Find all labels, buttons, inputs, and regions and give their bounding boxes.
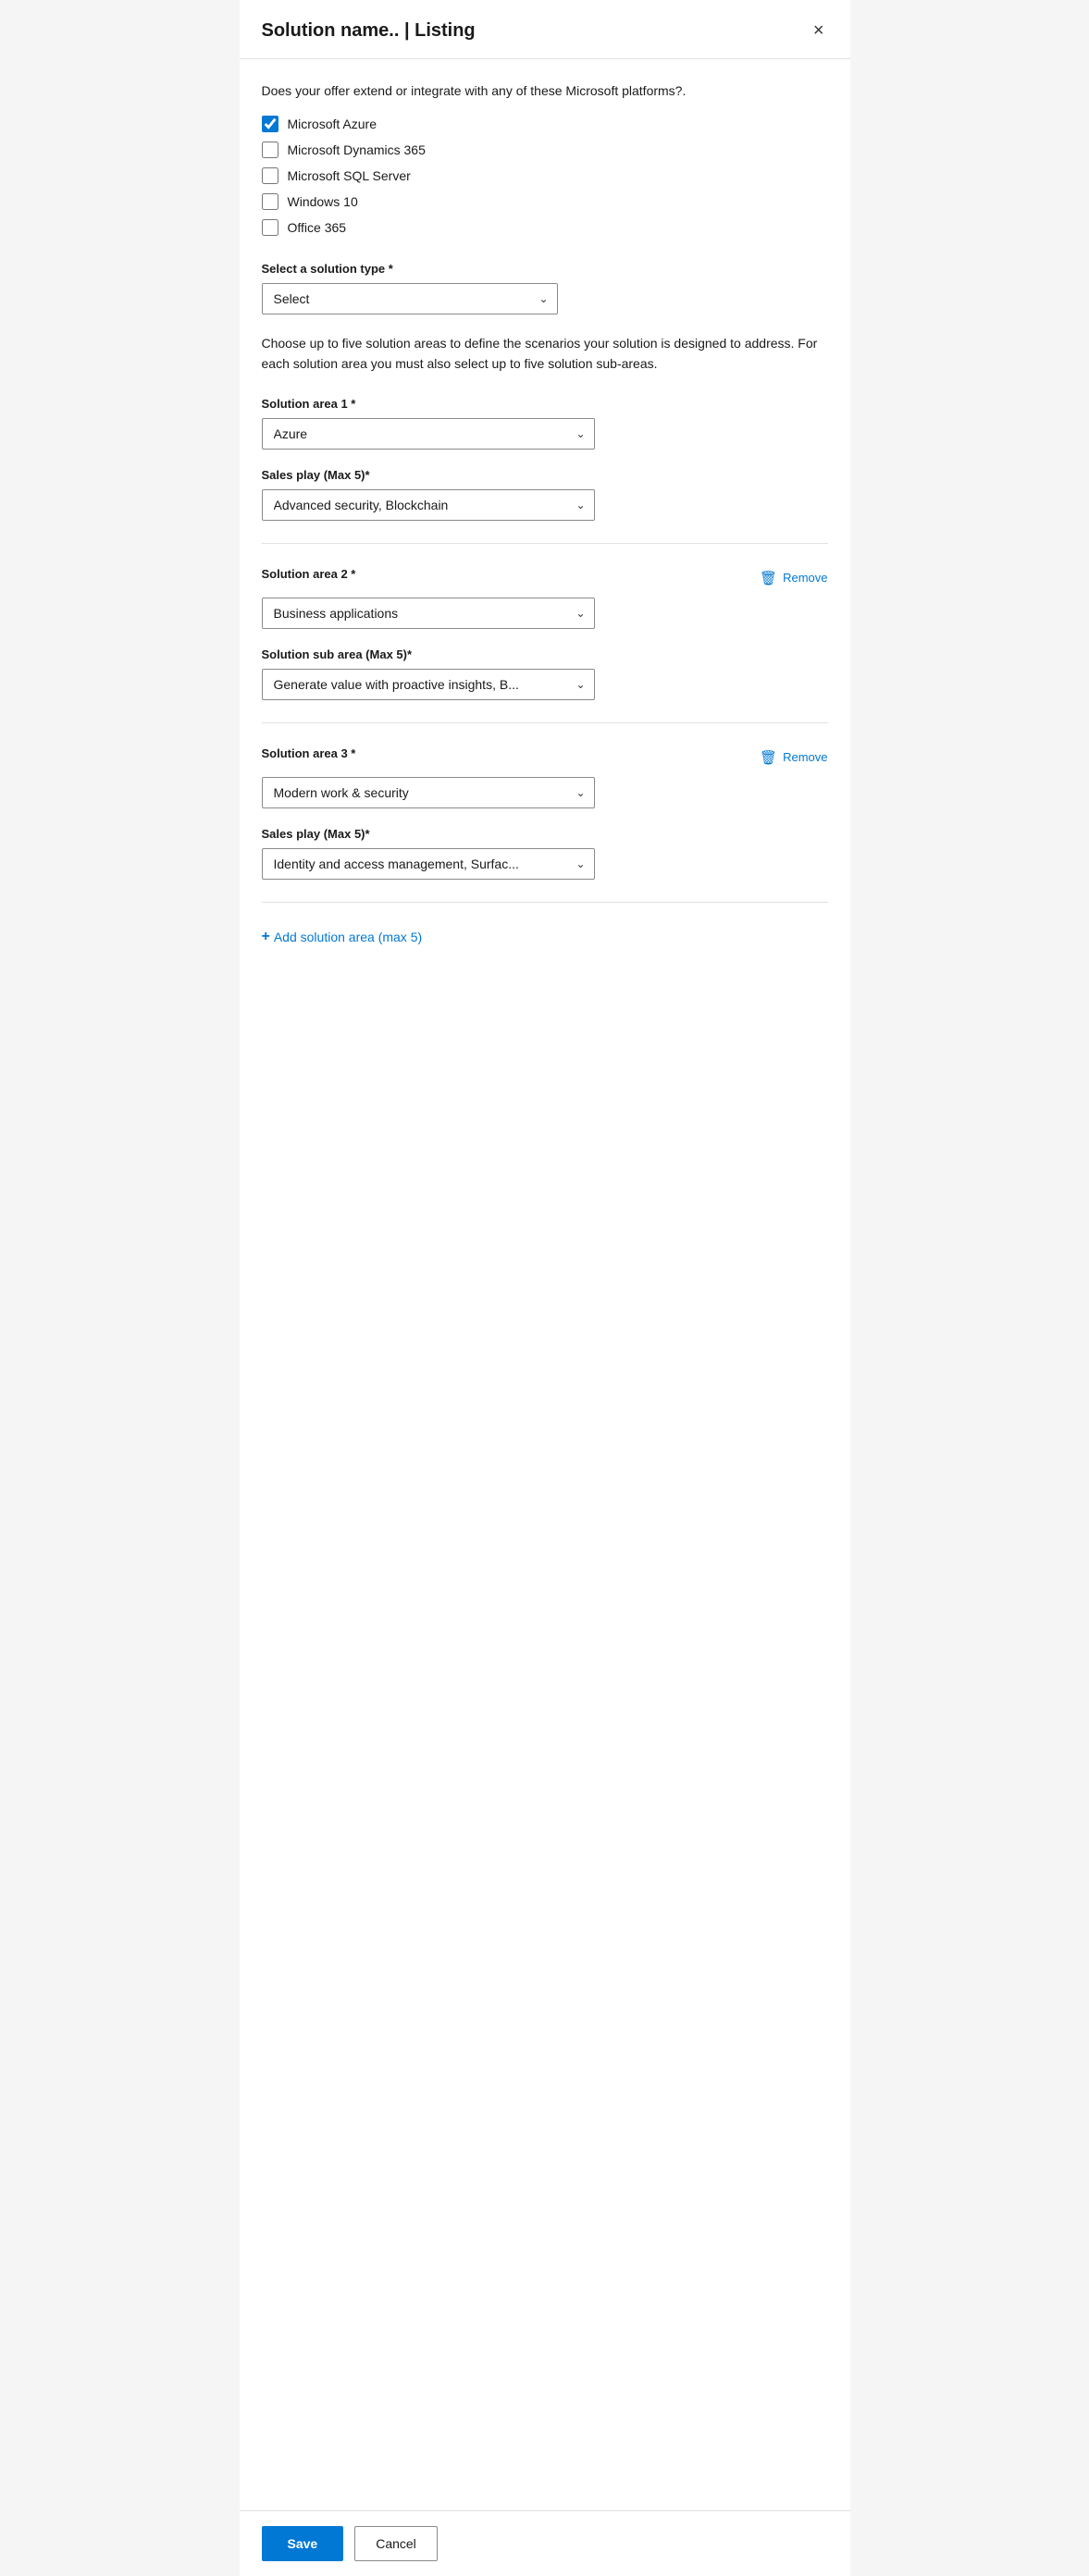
sub-area-2-label: Solution sub area (Max 5)* [262, 647, 828, 661]
solution-area-2: Solution area 2 * 🗑 Remove Azure Busines… [262, 566, 828, 629]
trash-icon-2: 🗑 [760, 570, 777, 586]
sales-play-3-label: Sales play (Max 5)* [262, 827, 828, 841]
sales-play-3-group: Sales play (Max 5)* Identity and access … [262, 827, 828, 880]
remove-area-2-label: Remove [783, 571, 827, 585]
divider-1 [262, 543, 828, 544]
checkbox-windows-input[interactable] [262, 193, 278, 210]
platforms-checkbox-group: Microsoft Azure Microsoft Dynamics 365 M… [262, 116, 828, 236]
checkbox-sql-input[interactable] [262, 167, 278, 184]
checkbox-sql[interactable]: Microsoft SQL Server [262, 167, 828, 184]
checkbox-azure[interactable]: Microsoft Azure [262, 116, 828, 132]
solution-area-2-select-wrapper: Azure Business applications Modern work … [262, 598, 595, 629]
solution-type-group: Select a solution type * Select Option 1… [262, 262, 828, 314]
platforms-question: Does your offer extend or integrate with… [262, 81, 828, 101]
solution-area-3: Solution area 3 * 🗑 Remove Azure Busines… [262, 746, 828, 808]
remove-area-3-label: Remove [783, 750, 827, 764]
solution-type-label: Select a solution type * [262, 262, 828, 276]
checkbox-azure-input[interactable] [262, 116, 278, 132]
panel-body: Does your offer extend or integrate with… [240, 59, 850, 2510]
solution-area-1-select[interactable]: Azure Business applications Modern work … [262, 418, 595, 450]
solution-area-3-select[interactable]: Azure Business applications Modern work … [262, 777, 595, 808]
sub-area-2-select-wrapper: Generate value with proactive insights, … [262, 669, 595, 700]
divider-3 [262, 902, 828, 903]
checkbox-windows[interactable]: Windows 10 [262, 193, 828, 210]
sales-play-3-select-wrapper: Identity and access management, Surfac..… [262, 848, 595, 880]
panel-footer: Save Cancel [240, 2510, 850, 2576]
panel: Solution name.. | Listing × Does your of… [240, 0, 850, 2576]
checkbox-dynamics[interactable]: Microsoft Dynamics 365 [262, 142, 828, 158]
sales-play-1-label: Sales play (Max 5)* [262, 468, 828, 482]
add-solution-area-button[interactable]: + Add solution area (max 5) [262, 925, 423, 949]
divider-2 [262, 722, 828, 723]
solution-area-1-label: Solution area 1 * [262, 397, 828, 411]
solution-area-2-header: Solution area 2 * 🗑 Remove [262, 566, 828, 590]
solution-type-select-wrapper: Select Option 1 Option 2 ⌄ [262, 283, 558, 314]
remove-area-2-button[interactable]: 🗑 Remove [760, 566, 827, 590]
solution-area-3-header: Solution area 3 * 🗑 Remove [262, 746, 828, 770]
solution-area-3-label: Solution area 3 * [262, 746, 356, 760]
panel-header: Solution name.. | Listing × [240, 0, 850, 59]
checkbox-office[interactable]: Office 365 [262, 219, 828, 236]
sub-area-2-group: Solution sub area (Max 5)* Generate valu… [262, 647, 828, 700]
sub-area-2-select[interactable]: Generate value with proactive insights, … [262, 669, 595, 700]
solution-area-2-select[interactable]: Azure Business applications Modern work … [262, 598, 595, 629]
solution-type-select[interactable]: Select Option 1 Option 2 [262, 283, 558, 314]
sales-play-1-select-wrapper: Advanced security, Blockchain ⌄ [262, 489, 595, 521]
solution-area-3-select-wrapper: Azure Business applications Modern work … [262, 777, 595, 808]
solution-area-2-label: Solution area 2 * [262, 567, 356, 581]
checkbox-dynamics-label: Microsoft Dynamics 365 [288, 142, 426, 157]
checkbox-sql-label: Microsoft SQL Server [288, 168, 411, 183]
checkbox-office-input[interactable] [262, 219, 278, 236]
info-text: Choose up to five solution areas to defi… [262, 333, 828, 375]
checkbox-azure-label: Microsoft Azure [288, 117, 377, 131]
solution-area-1: Solution area 1 * Azure Business applica… [262, 397, 828, 450]
sales-play-1-select[interactable]: Advanced security, Blockchain [262, 489, 595, 521]
plus-icon: + [262, 929, 270, 945]
sales-play-3-select[interactable]: Identity and access management, Surfac..… [262, 848, 595, 880]
sales-play-1-group: Sales play (Max 5)* Advanced security, B… [262, 468, 828, 521]
close-button[interactable]: × [810, 17, 828, 45]
checkbox-dynamics-input[interactable] [262, 142, 278, 158]
cancel-button[interactable]: Cancel [354, 2526, 438, 2561]
add-solution-area-label: Add solution area (max 5) [274, 930, 422, 944]
solution-area-1-select-wrapper: Azure Business applications Modern work … [262, 418, 595, 450]
checkbox-office-label: Office 365 [288, 220, 347, 235]
checkbox-windows-label: Windows 10 [288, 194, 358, 209]
save-button[interactable]: Save [262, 2526, 344, 2561]
trash-icon-3: 🗑 [760, 749, 777, 766]
remove-area-3-button[interactable]: 🗑 Remove [760, 746, 827, 770]
panel-title: Solution name.. | Listing [262, 20, 476, 42]
